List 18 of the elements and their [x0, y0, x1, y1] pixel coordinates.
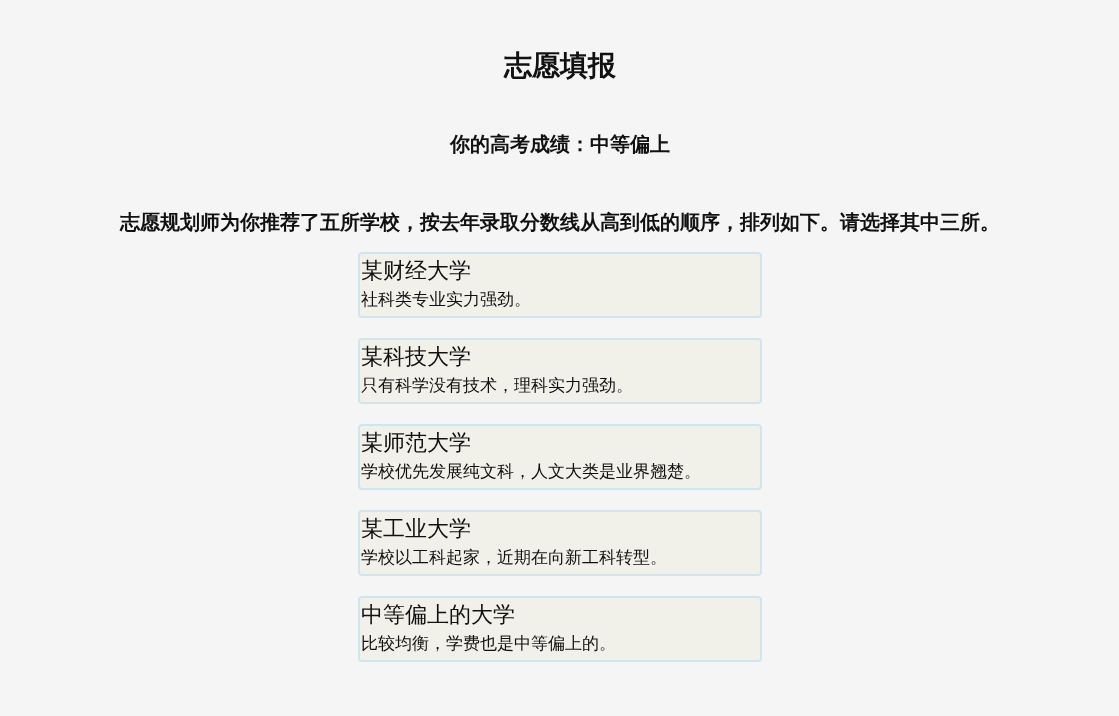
school-name: 中等偏上的大学	[360, 601, 515, 629]
school-name: 某财经大学	[360, 257, 471, 285]
school-name: 某科技大学	[360, 343, 471, 371]
school-description: 学校以工科起家，近期在向新工科转型。	[360, 546, 667, 569]
school-name: 某师范大学	[360, 429, 471, 457]
school-description: 只有科学没有技术，理科实力强劲。	[360, 374, 633, 397]
school-description: 比较均衡，学费也是中等偏上的。	[360, 632, 616, 655]
school-description: 学校优先发展纯文科，人文大类是业界翘楚。	[360, 460, 701, 483]
school-option[interactable]: 某财经大学 社科类专业实力强劲。	[357, 252, 762, 318]
school-description: 社科类专业实力强劲。	[360, 288, 531, 311]
school-name: 某工业大学	[360, 515, 471, 543]
school-option[interactable]: 某工业大学 学校以工科起家，近期在向新工科转型。	[357, 510, 762, 576]
page-title: 志愿填报	[503, 48, 616, 84]
school-option[interactable]: 某科技大学 只有科学没有技术，理科实力强劲。	[357, 338, 762, 404]
school-option[interactable]: 某师范大学 学校优先发展纯文科，人文大类是业界翘楚。	[357, 424, 762, 490]
school-option[interactable]: 中等偏上的大学 比较均衡，学费也是中等偏上的。	[357, 596, 762, 662]
score-text: 你的高考成绩：中等偏上	[449, 131, 670, 158]
instruction-text: 志愿规划师为你推荐了五所学校，按去年录取分数线从高到低的顺序，排列如下。请选择其中三所。	[119, 209, 1000, 236]
